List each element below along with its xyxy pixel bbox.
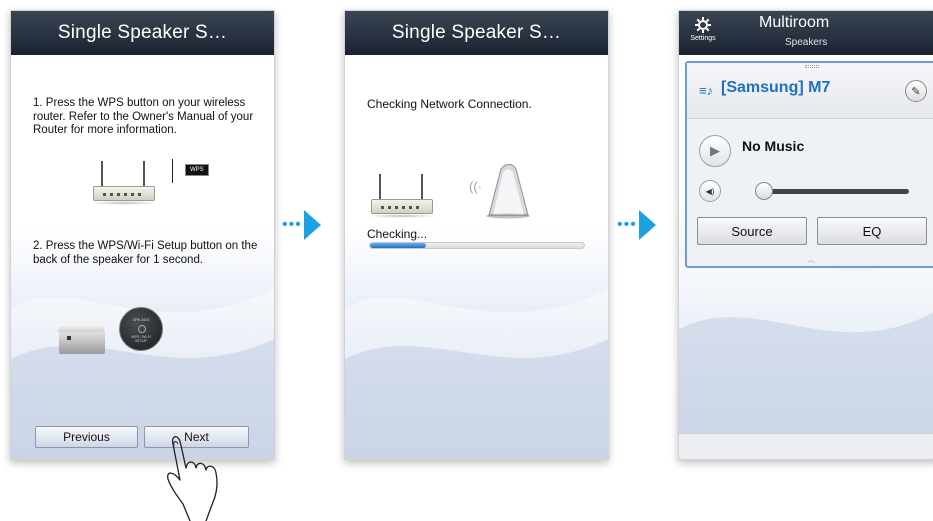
speaker-button-label: WPS / WI-FI SETUP xyxy=(131,335,151,343)
bottom-bar xyxy=(679,433,933,459)
volume-icon: ◀) xyxy=(705,186,715,196)
edit-button[interactable]: ✎ xyxy=(905,80,927,102)
progress-bar xyxy=(369,242,585,249)
step2-instruction: 2. Press the WPS/Wi-Fi Setup button on t… xyxy=(33,240,258,266)
collapse-chevron-icon[interactable]: ︿ xyxy=(807,254,815,265)
progress-fill xyxy=(370,243,426,248)
checking-status: Checking... xyxy=(367,227,428,241)
play-button[interactable]: ▶ xyxy=(699,135,731,167)
speaker-icon xyxy=(57,324,109,354)
divider-line xyxy=(172,159,173,183)
speaker-name: [Samsung] M7 xyxy=(721,79,831,96)
hand-icon xyxy=(167,436,218,521)
checking-connection-screen: Single Speaker S… Checking Network Conne… xyxy=(344,10,609,460)
speaker-list-icon: ≡♪ xyxy=(699,83,714,98)
now-playing-text: No Music xyxy=(742,138,805,154)
page-title: Single Speaker S… xyxy=(11,11,274,55)
page-subtitle: Speakers xyxy=(785,37,828,48)
speaker-button-top-text: SPK ADD xyxy=(132,317,150,322)
arrow-icon: ••• xyxy=(617,210,656,240)
settings-icon xyxy=(695,17,711,33)
source-button[interactable]: Source xyxy=(697,217,807,245)
speaker-card: ≡♪ [Samsung] M7 ✎ ▶ No Music ◀) Source E… xyxy=(685,61,933,268)
volume-slider-knob[interactable] xyxy=(755,182,773,200)
page-title: Single Speaker S… xyxy=(345,11,608,55)
speaker-icon xyxy=(483,161,533,219)
speaker-card-header[interactable]: ≡♪ [Samsung] M7 ✎ xyxy=(687,63,933,119)
router-icon xyxy=(367,172,437,218)
background-wave xyxy=(345,229,608,459)
arrow-icon: ••• xyxy=(282,210,321,240)
router-icon xyxy=(89,159,159,205)
previous-button[interactable]: Previous xyxy=(35,426,138,448)
wps-setup-step-screen: Single Speaker S… 1. Press the WPS butto… xyxy=(10,10,275,460)
eq-button[interactable]: EQ xyxy=(817,217,927,245)
wps-setup-button-icon: SPK ADD WPS / WI-FI SETUP xyxy=(119,307,163,351)
page-title: Multiroom xyxy=(759,14,830,31)
drag-handle[interactable] xyxy=(805,65,819,68)
play-icon: ▶ xyxy=(710,143,720,158)
settings-button[interactable]: Settings xyxy=(685,15,721,51)
step1-instruction: 1. Press the WPS button on your wireless… xyxy=(33,97,254,136)
wps-button-icon: WPS xyxy=(185,164,209,176)
checking-message: Checking Network Connection. xyxy=(367,97,532,111)
app-header: Settings Multiroom Speakers xyxy=(679,11,933,55)
mute-button[interactable]: ◀) xyxy=(699,180,721,202)
volume-slider-track[interactable] xyxy=(759,189,909,194)
pencil-icon: ✎ xyxy=(911,85,921,98)
wifi-signal-icon: ((· xyxy=(469,179,482,194)
multiroom-app-screen: Settings Multiroom Speakers ≡♪ [Samsung]… xyxy=(678,10,933,460)
settings-label: Settings xyxy=(690,35,716,42)
